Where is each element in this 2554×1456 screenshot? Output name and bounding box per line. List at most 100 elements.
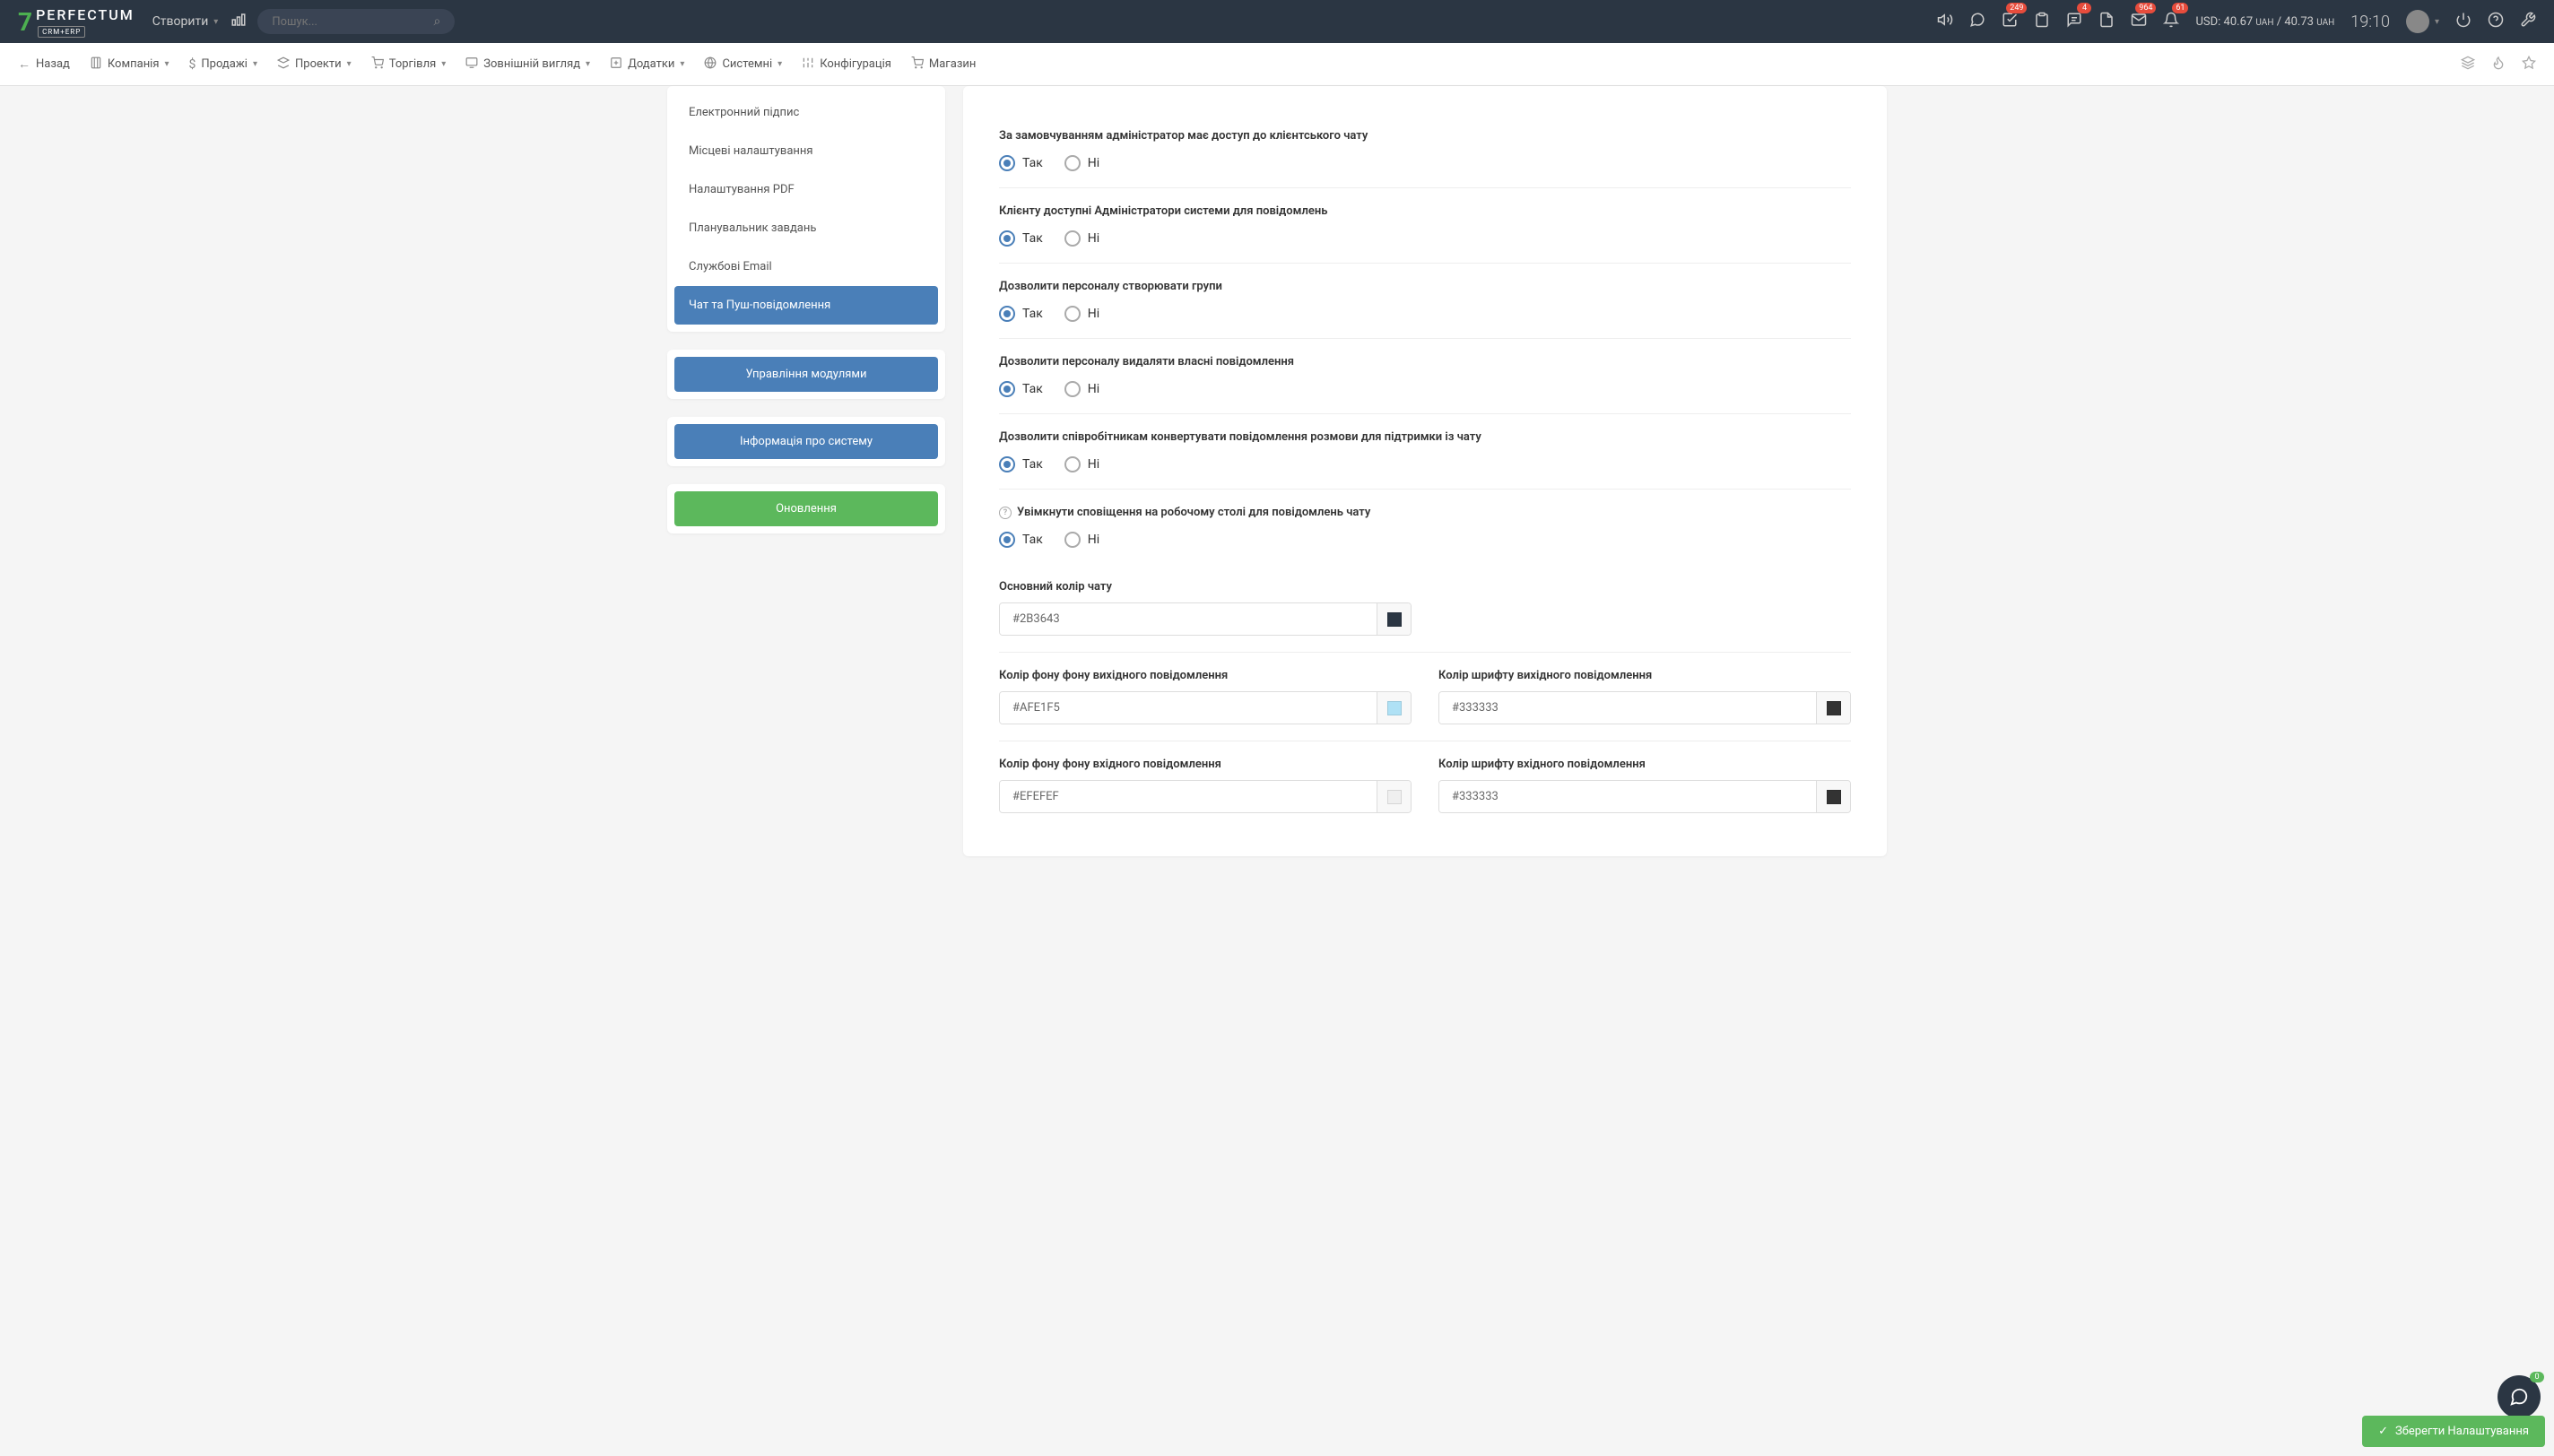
radio-no[interactable]: Ні: [1064, 306, 1099, 322]
radio-yes[interactable]: Так: [999, 456, 1043, 472]
nav-projects[interactable]: Проекти▾: [277, 56, 352, 73]
messages-icon[interactable]: [1969, 12, 1985, 32]
chat-widget[interactable]: 0: [2498, 1375, 2541, 1418]
chevron-down-icon: ▾: [777, 59, 782, 69]
radio-no[interactable]: Ні: [1064, 456, 1099, 472]
radio-no[interactable]: Ні: [1064, 230, 1099, 247]
radio-row: Так Ні: [999, 230, 1851, 247]
in-font-input[interactable]: [1439, 781, 1816, 812]
check-icon[interactable]: 249: [2002, 12, 2018, 32]
radio-yes[interactable]: Так: [999, 381, 1043, 397]
out-bg-swatch[interactable]: [1377, 692, 1411, 724]
help-icon[interactable]: [2488, 12, 2504, 32]
out-font-swatch[interactable]: [1816, 692, 1850, 724]
radio-yes[interactable]: Так: [999, 306, 1043, 322]
sidebar-item[interactable]: Службові Email: [674, 247, 938, 286]
mail-icon[interactable]: 964: [2131, 12, 2147, 32]
radio-row: Так Ні: [999, 532, 1851, 548]
out-font-field: [1438, 691, 1851, 724]
setting-label: Клієнту доступні Адміністратори системи …: [999, 204, 1851, 218]
stack-icon[interactable]: [2461, 56, 2475, 74]
setting-label: Дозволити співробітникам конвертувати по…: [999, 430, 1851, 444]
logo-text: PERFECTUM: [36, 6, 135, 23]
in-font-field: [1438, 780, 1851, 813]
in-bg-input[interactable]: [1000, 781, 1377, 812]
avatar: [2406, 10, 2429, 33]
setting-group: ?Увімкнути сповіщення на робочому столі …: [999, 490, 1851, 564]
analytics-icon[interactable]: [230, 12, 247, 32]
nav-bar: ← Назад Компанія▾ $ Продажі▾ Проекти▾ То…: [0, 43, 2554, 86]
star-icon[interactable]: [2522, 56, 2536, 74]
settings-content: За замовчуванням адміністратор має досту…: [963, 86, 1887, 856]
setting-label: Дозволити персоналу видаляти власні пові…: [999, 355, 1851, 368]
radio-yes[interactable]: Так: [999, 230, 1043, 247]
clock-display: 19:10: [2350, 13, 2390, 31]
search-input[interactable]: [272, 15, 433, 29]
save-button[interactable]: ✓ Зберегти Налаштування: [2362, 1416, 2545, 1447]
fire-icon[interactable]: [2491, 56, 2506, 74]
tasks-badge: 249: [2006, 3, 2027, 13]
out-font-input[interactable]: [1439, 692, 1816, 724]
setting-group: Дозволити персоналу створювати групиТакН…: [999, 264, 1851, 339]
nav-configuration[interactable]: Конфігурація: [802, 56, 891, 73]
logo[interactable]: 7 PERFECTUM CRM+ERP: [18, 6, 135, 38]
comment-icon[interactable]: 4: [2066, 12, 2082, 32]
nav-shop[interactable]: Магазин: [911, 56, 977, 73]
system-info-button[interactable]: Інформація про систему: [674, 424, 938, 459]
arrow-left-icon: ←: [18, 56, 30, 72]
logo-icon: 7: [18, 7, 32, 37]
nav-addons[interactable]: Додатки▾: [610, 56, 684, 73]
in-font-label: Колір шрифту вхідного повідомлення: [1438, 758, 1851, 771]
sidebar-item[interactable]: Планувальник завдань: [674, 209, 938, 247]
cart-icon: [911, 56, 924, 73]
radio-no[interactable]: Ні: [1064, 155, 1099, 171]
chevron-down-icon: ▾: [253, 59, 257, 69]
radio-icon: [999, 230, 1015, 247]
radio-no[interactable]: Ні: [1064, 532, 1099, 548]
nav-appearance[interactable]: Зовнішній вигляд▾: [465, 56, 590, 73]
chevron-down-icon: ▾: [164, 59, 169, 69]
chevron-down-icon: ▾: [586, 59, 590, 69]
create-button[interactable]: Створити ▾: [152, 14, 219, 29]
sidebar-item[interactable]: Місцеві налаштування: [674, 132, 938, 170]
search-icon: ⌕: [433, 14, 440, 29]
nav-system[interactable]: Системні▾: [704, 56, 782, 73]
main-color-swatch[interactable]: [1377, 603, 1411, 635]
radio-icon: [999, 456, 1015, 472]
search-box[interactable]: ⌕: [257, 9, 455, 34]
out-bg-input[interactable]: [1000, 692, 1377, 724]
layers-icon: [277, 56, 290, 73]
radio-icon: [999, 155, 1015, 171]
chevron-down-icon: ▾: [441, 59, 446, 69]
radio-no[interactable]: Ні: [1064, 381, 1099, 397]
sidebar-item[interactable]: Електронний підпис: [674, 93, 938, 132]
power-icon[interactable]: [2455, 12, 2471, 32]
nav-trade[interactable]: Торгівля▾: [371, 56, 447, 73]
clipboard-icon[interactable]: [2034, 12, 2050, 32]
sidebar-item[interactable]: Чат та Пуш-повідомлення: [674, 286, 938, 325]
sidebar-item[interactable]: Налаштування PDF: [674, 170, 938, 209]
radio-icon: [1064, 532, 1081, 548]
radio-icon: [1064, 381, 1081, 397]
help-tooltip-icon[interactable]: ?: [999, 507, 1012, 519]
main-color-field: [999, 602, 1412, 636]
dollar-icon: $: [189, 57, 196, 72]
user-menu[interactable]: ▾: [2406, 10, 2439, 33]
radio-yes[interactable]: Так: [999, 532, 1043, 548]
setting-group: Дозволити персоналу видаляти власні пові…: [999, 339, 1851, 414]
nav-company[interactable]: Компанія▾: [90, 56, 169, 73]
nav-sales[interactable]: $ Продажі▾: [189, 57, 257, 72]
main-color-input[interactable]: [1000, 603, 1377, 635]
in-font-swatch[interactable]: [1816, 781, 1850, 812]
radio-row: Так Ні: [999, 456, 1851, 472]
modules-button[interactable]: Управління модулями: [674, 357, 938, 392]
bell-icon[interactable]: 61: [2163, 12, 2179, 32]
nav-back[interactable]: ← Назад: [18, 56, 70, 72]
radio-yes[interactable]: Так: [999, 155, 1043, 171]
wrench-icon[interactable]: [2520, 12, 2536, 32]
update-button[interactable]: Оновлення: [674, 491, 938, 526]
chevron-down-icon: ▾: [680, 59, 684, 69]
document-icon[interactable]: [2098, 12, 2115, 32]
in-bg-swatch[interactable]: [1377, 781, 1411, 812]
sound-icon[interactable]: [1937, 12, 1953, 32]
